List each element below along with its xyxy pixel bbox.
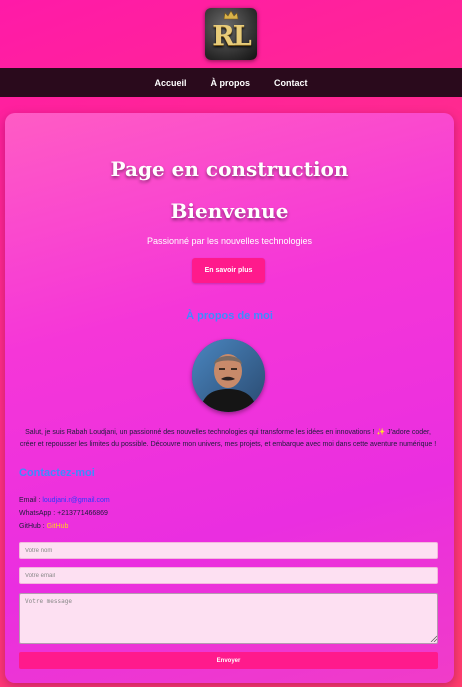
learn-more-button[interactable]: En savoir plus <box>192 258 265 283</box>
name-input[interactable] <box>19 542 438 559</box>
message-textarea[interactable] <box>19 593 438 644</box>
email-link[interactable]: loudjani.r@gmail.com <box>42 497 109 504</box>
profile-photo <box>192 339 265 412</box>
construction-heading: Page en construction <box>110 157 349 181</box>
github-line: GitHub : GitHub <box>19 523 68 530</box>
whatsapp-line: WhatsApp : +213771466869 <box>19 510 108 517</box>
avatar <box>192 339 265 412</box>
main-nav: Accueil À propos Contact <box>0 68 462 97</box>
whatsapp-number: +213771466869 <box>57 510 108 517</box>
send-button[interactable]: Envoyer <box>19 652 438 669</box>
email-input[interactable] <box>19 567 438 584</box>
email-label: Email : <box>19 497 43 504</box>
github-label: GitHub : <box>19 523 47 530</box>
logo-text: RL <box>212 21 251 52</box>
crown-icon <box>223 11 239 20</box>
resize-grip-icon[interactable] <box>430 635 437 642</box>
main-card: Page en construction Bienvenue Passionné… <box>5 113 454 683</box>
bio-text: Salut, je suis Rabah Loudjani, un passio… <box>19 429 437 448</box>
email-line: Email : loudjani.r@gmail.com <box>19 497 110 504</box>
nav-a-propos[interactable]: À propos <box>211 78 251 88</box>
github-link[interactable]: GitHub <box>47 523 69 530</box>
contact-title: Contactez-moi <box>19 467 95 479</box>
about-title: À propos de moi <box>186 310 273 322</box>
welcome-heading: Bienvenue <box>170 199 289 223</box>
nav-accueil[interactable]: Accueil <box>154 78 186 88</box>
tagline: Passionné par les nouvelles technologies <box>146 236 313 246</box>
site-header: RL <box>0 0 462 68</box>
nav-contact[interactable]: Contact <box>274 78 308 88</box>
whatsapp-label: WhatsApp : <box>19 510 58 517</box>
logo[interactable]: RL <box>205 8 257 60</box>
